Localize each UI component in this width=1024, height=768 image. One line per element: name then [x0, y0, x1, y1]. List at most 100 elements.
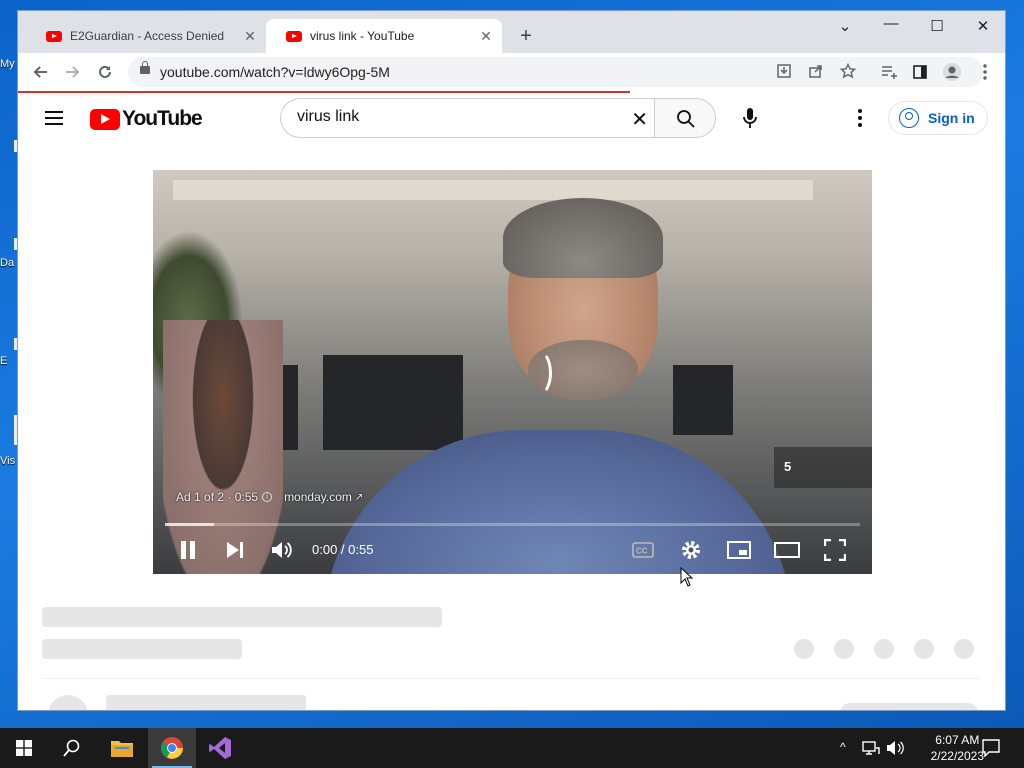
skeleton-title [42, 607, 442, 627]
bookmark-star-icon[interactable] [838, 62, 858, 81]
chrome-menu-icon[interactable] [974, 61, 996, 83]
windows-logo-icon [16, 740, 32, 756]
taskbar: ^ 6:07 AM 2/22/2023 [0, 728, 1024, 768]
divider [42, 678, 979, 679]
lock-icon[interactable] [140, 61, 150, 74]
skeleton-action [794, 639, 814, 659]
tab-search-icon[interactable]: ⌄ [830, 17, 860, 35]
hamburger-menu-icon[interactable] [45, 111, 63, 125]
next-button[interactable] [224, 538, 246, 562]
chrome-window: E2Guardian - Access Denied ✕ virus link … [17, 10, 1006, 711]
volume-button[interactable] [270, 538, 294, 562]
install-app-icon[interactable] [774, 63, 794, 81]
chrome-icon [161, 737, 183, 759]
forward-button[interactable] [61, 61, 83, 83]
skip-next-icon [227, 542, 243, 558]
skeleton-action [954, 639, 974, 659]
system-clock[interactable]: 6:07 AM 2/22/2023 [931, 732, 984, 764]
progress-bar[interactable] [165, 523, 860, 526]
youtube-logo[interactable]: YouTube [90, 107, 203, 131]
skip-ad-countdown: 5 [774, 447, 872, 488]
search-icon [677, 110, 695, 128]
search-icon [63, 739, 80, 757]
search-button[interactable] [654, 98, 716, 138]
side-panel-icon[interactable] [909, 61, 931, 83]
youtube-favicon-icon [286, 30, 302, 42]
search-box[interactable]: ✕ [280, 98, 654, 138]
pause-button[interactable] [177, 538, 199, 562]
clock-date: 2/22/2023 [930, 749, 984, 763]
tab-title: virus link - YouTube [310, 29, 415, 43]
pause-icon [181, 541, 195, 559]
reading-list-icon[interactable] [878, 61, 900, 83]
forward-arrow-icon [66, 66, 80, 78]
miniplayer-button[interactable] [726, 538, 752, 562]
new-tab-button[interactable]: + [514, 25, 538, 48]
youtube-play-logo-icon [90, 108, 120, 130]
visual-studio-icon [209, 737, 231, 759]
reload-button[interactable] [94, 61, 116, 83]
tab-close-icon[interactable]: ✕ [476, 28, 496, 45]
background-person [163, 320, 283, 574]
captions-button[interactable]: CC [630, 538, 656, 562]
file-explorer-button[interactable] [98, 728, 146, 768]
sign-in-button[interactable]: Sign in [888, 101, 988, 135]
background-window-light [173, 180, 813, 200]
volume-tray-icon[interactable] [886, 740, 904, 756]
desktop-icon-label[interactable]: Da [0, 257, 18, 269]
show-hidden-icons-icon[interactable]: ^ [840, 740, 846, 754]
youtube-wordmark: YouTube [122, 107, 203, 130]
skeleton-action [874, 639, 894, 659]
mouse-cursor-icon [680, 567, 694, 587]
back-arrow-icon [33, 66, 47, 78]
visual-studio-button[interactable] [196, 728, 244, 768]
browser-toolbar: youtube.com/watch?v=ldwy6Opg-5M [18, 53, 1005, 91]
settings-button[interactable] [678, 538, 704, 562]
desktop-icon-label[interactable]: My [0, 58, 18, 70]
external-link-icon[interactable]: ↗ [355, 492, 363, 503]
account-circle-icon [899, 108, 919, 128]
settings-menu-icon[interactable] [854, 107, 866, 129]
maximize-button[interactable]: ☐ [922, 17, 952, 35]
url-text[interactable]: youtube.com/watch?v=ldwy6Opg-5M [160, 64, 390, 80]
start-button[interactable] [0, 728, 48, 768]
fullscreen-button[interactable] [822, 538, 848, 562]
theater-mode-button[interactable] [774, 538, 800, 562]
back-button[interactable] [30, 61, 52, 83]
desktop-icon-label[interactable]: Vis [0, 455, 18, 467]
skeleton-action [834, 639, 854, 659]
reload-icon [99, 65, 111, 78]
fullscreen-icon [824, 539, 846, 561]
video-player[interactable]: 5 Ad 1 of 2 · 0:55 i monday.com ↗ 0:00 /… [153, 170, 872, 574]
share-icon[interactable] [806, 63, 826, 81]
minimize-button[interactable]: — [876, 15, 906, 32]
tab-close-icon[interactable]: ✕ [240, 28, 260, 45]
ad-label: Ad 1 of 2 · 0:55 [176, 490, 259, 504]
search-button[interactable] [48, 728, 96, 768]
folder-icon [111, 741, 133, 757]
skeleton-channel [106, 695, 306, 710]
skeleton-action [914, 639, 934, 659]
skeleton-avatar [48, 695, 88, 710]
miniplayer-icon [727, 541, 751, 559]
theater-mode-icon [774, 542, 800, 558]
presenter-hair [503, 198, 663, 278]
gear-icon [682, 541, 700, 559]
address-bar[interactable]: youtube.com/watch?v=ldwy6Opg-5M [128, 57, 983, 87]
network-icon[interactable] [862, 740, 880, 756]
tab-youtube[interactable]: virus link - YouTube ✕ [266, 19, 502, 53]
voice-search-button[interactable] [730, 98, 770, 138]
ad-site-link[interactable]: monday.com [284, 490, 352, 504]
desktop-icon-label[interactable]: E [0, 355, 18, 367]
captions-icon: CC [632, 542, 654, 558]
notifications-icon[interactable] [982, 739, 1000, 757]
chrome-taskbar-button[interactable] [148, 728, 196, 768]
ad-info-icon[interactable]: i [262, 492, 273, 502]
search-input[interactable] [297, 108, 617, 126]
tab-title: E2Guardian - Access Denied [70, 29, 225, 43]
microphone-icon [743, 108, 757, 128]
close-window-button[interactable]: ✕ [968, 17, 998, 35]
clear-search-icon[interactable]: ✕ [631, 107, 648, 132]
profile-icon[interactable] [941, 61, 963, 83]
tab-e2guardian[interactable]: E2Guardian - Access Denied ✕ [26, 19, 266, 53]
